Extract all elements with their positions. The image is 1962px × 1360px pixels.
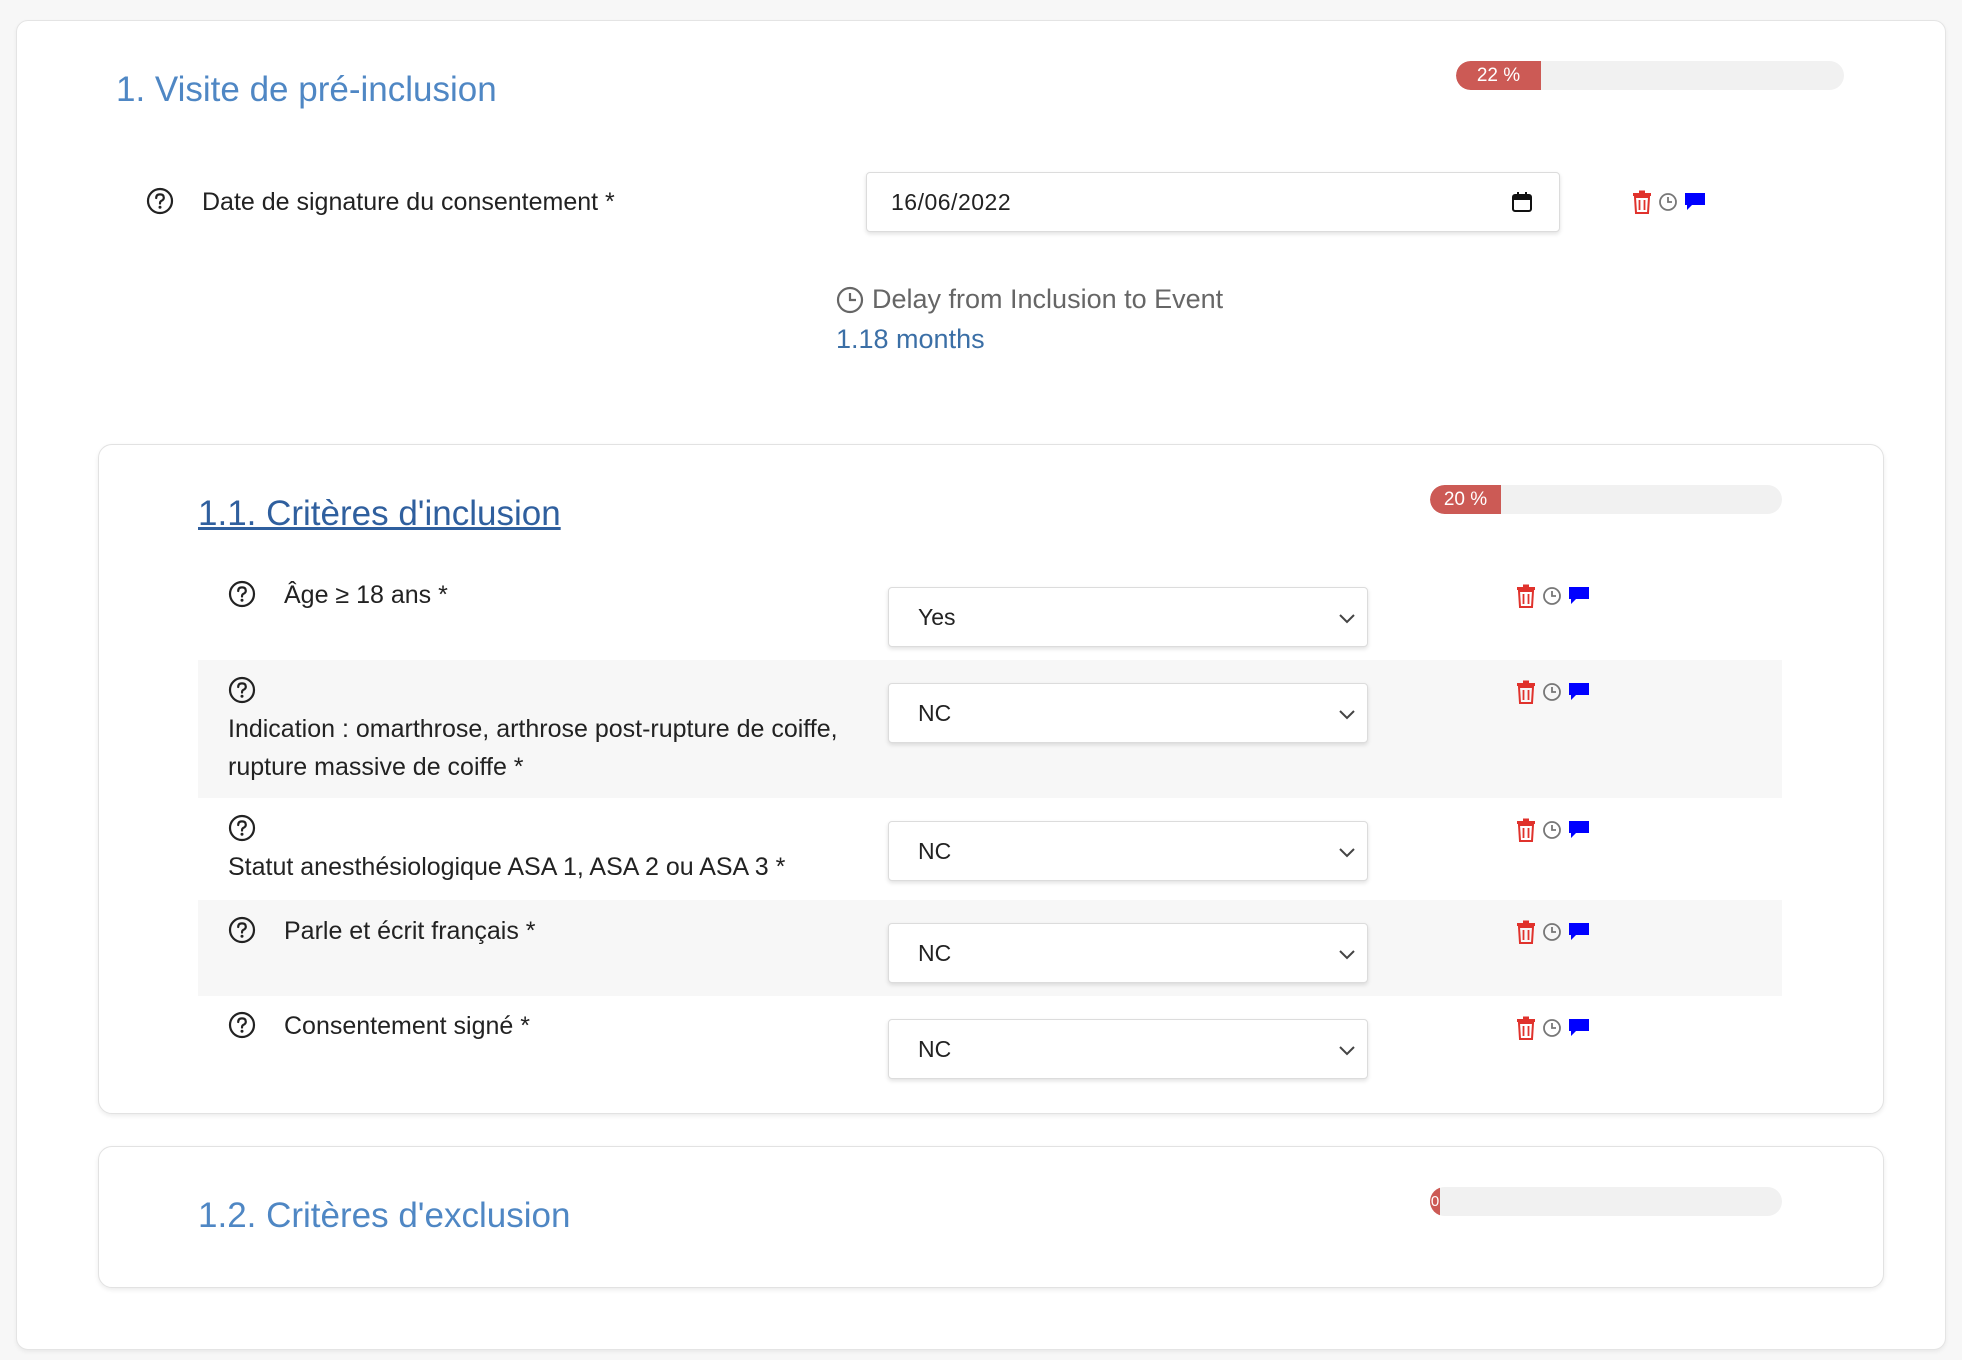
section-title-exclusion[interactable]: 1.2. Critères d'exclusion bbox=[198, 1196, 570, 1236]
question-circle-icon[interactable] bbox=[228, 916, 256, 944]
chevron-down-icon bbox=[1339, 614, 1355, 624]
consent-date-input[interactable]: 16/06/2022 bbox=[866, 172, 1560, 232]
criteria-label-asa: Statut anesthésiologique ASA 1, ASA 2 ou… bbox=[228, 853, 786, 881]
comment-icon[interactable] bbox=[1568, 682, 1590, 702]
progress-fill-section1: 22 % bbox=[1456, 61, 1541, 90]
clock-icon[interactable] bbox=[1542, 820, 1562, 840]
clock-icon bbox=[836, 286, 864, 314]
field-actions-consent bbox=[1516, 1016, 1590, 1040]
comment-icon[interactable] bbox=[1684, 192, 1706, 212]
clock-icon[interactable] bbox=[1542, 922, 1562, 942]
criteria-select-age[interactable]: Yes bbox=[888, 587, 1368, 647]
field-actions-age bbox=[1516, 584, 1590, 608]
criteria-select-consent[interactable]: NC bbox=[888, 1019, 1368, 1079]
criteria-select-indication[interactable]: NC bbox=[888, 683, 1368, 743]
criteria-value-consent: NC bbox=[918, 1036, 952, 1062]
chevron-down-icon bbox=[1339, 950, 1355, 960]
question-circle-icon[interactable] bbox=[228, 580, 256, 608]
consent-date-value: 16/06/2022 bbox=[891, 189, 1012, 215]
question-circle-icon[interactable] bbox=[228, 1011, 256, 1039]
section-title-visite: 1. Visite de pré-inclusion bbox=[116, 70, 497, 109]
comment-icon[interactable] bbox=[1568, 586, 1590, 606]
progress-fill-exclusion: 0 bbox=[1430, 1187, 1440, 1216]
criteria-label-indication: Indication : omarthrose, arthrose post-r… bbox=[228, 715, 838, 781]
progress-bar-exclusion: 0 bbox=[1430, 1187, 1782, 1216]
progress-bar-inclusion: 20 % bbox=[1430, 485, 1782, 514]
consent-date-label: Date de signature du consentement * bbox=[202, 188, 615, 216]
clock-icon[interactable] bbox=[1542, 682, 1562, 702]
trash-icon[interactable] bbox=[1516, 584, 1536, 608]
criteria-select-asa[interactable]: NC bbox=[888, 821, 1368, 881]
chevron-down-icon bbox=[1339, 710, 1355, 720]
delay-label: Delay from Inclusion to Event bbox=[872, 284, 1224, 314]
question-circle-icon[interactable] bbox=[228, 676, 256, 704]
comment-icon[interactable] bbox=[1568, 820, 1590, 840]
progress-fill-inclusion: 20 % bbox=[1430, 485, 1501, 514]
chevron-down-icon bbox=[1339, 848, 1355, 858]
criteria-label-consent: Consentement signé * bbox=[284, 1012, 530, 1040]
chevron-down-icon bbox=[1339, 1046, 1355, 1056]
progress-bar-section1: 22 % bbox=[1456, 61, 1844, 90]
question-circle-icon[interactable] bbox=[228, 814, 256, 842]
clock-icon[interactable] bbox=[1542, 586, 1562, 606]
criteria-label-french: Parle et écrit français * bbox=[284, 917, 536, 945]
question-circle-icon[interactable] bbox=[146, 187, 174, 215]
field-actions-consent-date bbox=[1632, 190, 1706, 214]
clock-icon[interactable] bbox=[1658, 192, 1678, 212]
calendar-icon[interactable] bbox=[1511, 191, 1533, 213]
field-actions-french bbox=[1516, 920, 1590, 944]
comment-icon[interactable] bbox=[1568, 922, 1590, 942]
trash-icon[interactable] bbox=[1516, 818, 1536, 842]
criteria-value-french: NC bbox=[918, 940, 952, 966]
field-actions-asa bbox=[1516, 818, 1590, 842]
trash-icon[interactable] bbox=[1632, 190, 1652, 214]
criteria-value-asa: NC bbox=[918, 838, 952, 864]
trash-icon[interactable] bbox=[1516, 680, 1536, 704]
comment-icon[interactable] bbox=[1568, 1018, 1590, 1038]
criteria-value-age: Yes bbox=[918, 604, 956, 630]
section-title-inclusion[interactable]: 1.1. Critères d'inclusion bbox=[198, 494, 561, 534]
criteria-select-french[interactable]: NC bbox=[888, 923, 1368, 983]
delay-value: 1.18 months bbox=[836, 324, 985, 354]
criteria-value-indication: NC bbox=[918, 700, 952, 726]
trash-icon[interactable] bbox=[1516, 1016, 1536, 1040]
trash-icon[interactable] bbox=[1516, 920, 1536, 944]
clock-icon[interactable] bbox=[1542, 1018, 1562, 1038]
criteria-label-age: Âge ≥ 18 ans * bbox=[284, 581, 448, 609]
field-actions-indication bbox=[1516, 680, 1590, 704]
